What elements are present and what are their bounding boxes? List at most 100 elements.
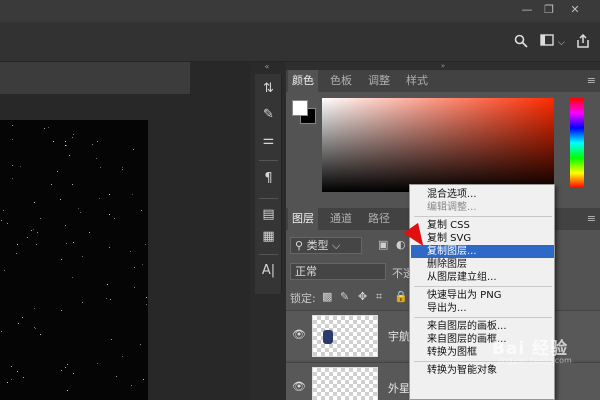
star bbox=[99, 198, 100, 199]
document-canvas-area[interactable] bbox=[0, 62, 250, 400]
brush-settings-icon[interactable]: ⚌ bbox=[258, 130, 279, 152]
context-menu-item[interactable]: 快速导出为 PNG bbox=[411, 289, 554, 302]
context-menu-item[interactable]: 导出为... bbox=[411, 302, 554, 315]
context-menu-item[interactable]: 混合选项... bbox=[411, 188, 554, 201]
star bbox=[60, 199, 61, 200]
restore-button[interactable]: ❐ bbox=[538, 2, 560, 18]
star bbox=[109, 247, 110, 248]
pixel-filter-icon[interactable]: ▣ bbox=[378, 238, 388, 251]
star bbox=[31, 230, 32, 231]
star bbox=[12, 125, 13, 126]
lock-all-icon[interactable]: 🔒 bbox=[394, 290, 408, 303]
context-menu-item[interactable]: 删除图层 bbox=[411, 258, 554, 271]
star bbox=[66, 145, 67, 146]
layer-filter-select[interactable]: ⚲ 类型 ⌵ bbox=[290, 237, 362, 254]
star bbox=[96, 158, 97, 159]
star bbox=[53, 141, 54, 142]
star bbox=[65, 141, 66, 142]
star bbox=[114, 218, 115, 219]
star bbox=[111, 339, 112, 340]
star bbox=[57, 171, 58, 172]
color-field[interactable] bbox=[322, 98, 554, 192]
history-panel-icon[interactable]: ⇅ bbox=[258, 78, 279, 100]
star bbox=[116, 376, 117, 377]
lock-image-icon[interactable]: ✎ bbox=[340, 290, 349, 303]
context-menu-item[interactable]: 复制 CSS bbox=[411, 219, 554, 232]
star bbox=[16, 253, 17, 254]
context-menu-item[interactable]: 从图层建立组... bbox=[411, 271, 554, 284]
star bbox=[69, 155, 70, 156]
lock-artboard-icon[interactable]: ⌗ bbox=[376, 290, 382, 304]
title-bar: — ❐ ✕ bbox=[0, 0, 600, 22]
color-panel-menu-icon[interactable]: ≡ bbox=[587, 70, 596, 92]
paragraph-panel-icon[interactable]: ¶ bbox=[258, 168, 279, 190]
document-canvas[interactable] bbox=[0, 120, 148, 400]
panels-collapse-icon[interactable]: » bbox=[286, 62, 600, 70]
star bbox=[134, 287, 135, 288]
star bbox=[12, 178, 13, 179]
star bbox=[80, 212, 81, 213]
context-menu-item[interactable]: 转换为智能对象 bbox=[411, 364, 554, 377]
share-icon[interactable] bbox=[576, 33, 590, 52]
character-panel-icon[interactable]: A| bbox=[258, 260, 279, 282]
context-menu-item[interactable]: 来自图层的画板... bbox=[411, 320, 554, 333]
tab-layers[interactable]: 图层 bbox=[288, 208, 318, 230]
star bbox=[131, 385, 132, 386]
lock-transparent-icon[interactable]: ▩ bbox=[322, 290, 332, 303]
tab-styles[interactable]: 样式 bbox=[402, 70, 432, 92]
panel-icon-strip: ⇅ ✎ ⚌ ¶ ▤ ▦ A| bbox=[255, 74, 282, 294]
visibility-eye-icon[interactable]: 👁 bbox=[292, 380, 306, 393]
collapse-icon[interactable]: « bbox=[250, 62, 284, 72]
visibility-eye-icon[interactable]: 👁 bbox=[292, 328, 306, 341]
adjustment-filter-icon[interactable]: ◐ bbox=[396, 238, 406, 251]
star bbox=[51, 184, 52, 185]
brush-panel-icon[interactable]: ✎ bbox=[258, 104, 279, 126]
workspace-icon[interactable] bbox=[540, 34, 554, 52]
layers-panel-menu-icon[interactable]: ≡ bbox=[587, 208, 596, 230]
libraries-panel-icon[interactable]: ▤ bbox=[258, 204, 279, 226]
hue-slider[interactable] bbox=[570, 98, 584, 188]
blend-mode-value: 正常 bbox=[295, 265, 317, 278]
star bbox=[89, 232, 90, 233]
star bbox=[33, 229, 34, 230]
star bbox=[34, 327, 35, 328]
tab-color[interactable]: 颜色 bbox=[288, 70, 318, 92]
star bbox=[34, 202, 35, 203]
context-menu-item[interactable]: 复制 SVG bbox=[411, 232, 554, 245]
star bbox=[143, 379, 144, 380]
context-menu-item[interactable]: 复制图层... bbox=[411, 245, 554, 258]
options-bar: ⌵ bbox=[0, 22, 600, 62]
tab-channels[interactable]: 通道 bbox=[326, 208, 356, 230]
star bbox=[20, 166, 21, 167]
tab-paths[interactable]: 路径 bbox=[364, 208, 394, 230]
search-icon: ⚲ bbox=[295, 239, 307, 252]
minimize-button[interactable]: — bbox=[516, 2, 538, 18]
close-button[interactable]: ✕ bbox=[564, 2, 586, 18]
star bbox=[107, 284, 108, 285]
star bbox=[122, 167, 123, 168]
layer-name[interactable]: 宇航 bbox=[388, 328, 410, 344]
star bbox=[92, 144, 93, 145]
document-tab-area bbox=[0, 62, 190, 94]
star bbox=[7, 223, 8, 224]
star bbox=[27, 237, 28, 238]
menu-separator bbox=[414, 317, 552, 318]
tab-swatches[interactable]: 色板 bbox=[326, 70, 356, 92]
star bbox=[11, 366, 12, 367]
properties-panel-icon[interactable]: ▦ bbox=[258, 226, 279, 248]
search-icon[interactable] bbox=[514, 34, 528, 52]
star bbox=[72, 277, 73, 278]
blend-mode-select[interactable]: 正常 bbox=[290, 263, 386, 280]
workspace-dropdown-icon[interactable]: ⌵ bbox=[558, 34, 565, 52]
star bbox=[3, 210, 4, 211]
tab-adjustments[interactable]: 调整 bbox=[364, 70, 394, 92]
layer-name[interactable]: 外星 bbox=[388, 380, 410, 396]
foreground-color-swatch[interactable] bbox=[292, 100, 308, 116]
star bbox=[106, 298, 107, 299]
star bbox=[40, 334, 41, 335]
star bbox=[134, 267, 135, 268]
lock-position-icon[interactable]: ✥ bbox=[358, 290, 367, 303]
star bbox=[18, 323, 19, 324]
star bbox=[23, 377, 24, 378]
star bbox=[1, 220, 2, 221]
